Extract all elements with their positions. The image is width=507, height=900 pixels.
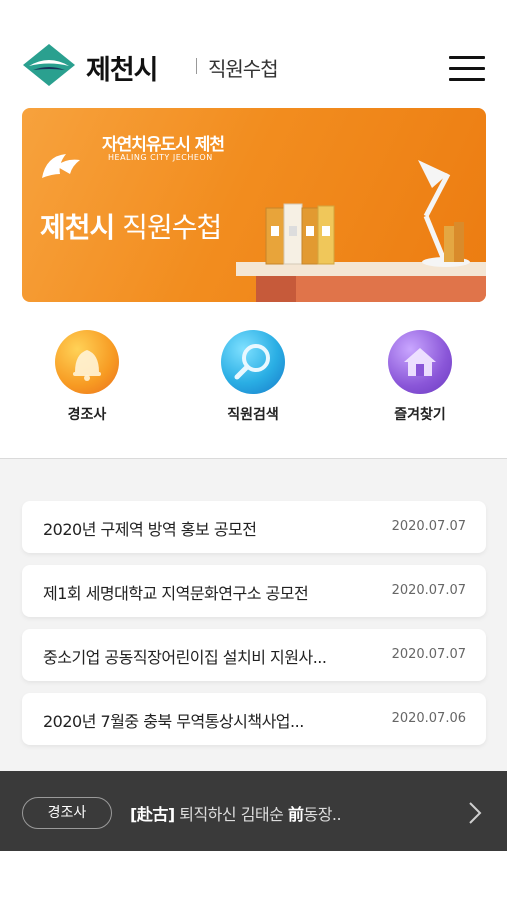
notice-date: 2020.07.07: [391, 583, 466, 598]
brand-divider: [196, 58, 197, 74]
app-header: 제천시 직원수첩: [0, 0, 507, 100]
brand-subtitle: 직원수첩: [208, 57, 279, 81]
ticker-tag: [赴古]: [130, 805, 175, 824]
quick-menu: 경조사 직원검색 즐겨찾기: [0, 330, 507, 440]
ticker-text-before: 퇴직하신 김태순: [174, 805, 288, 824]
notice-list: 2020년 구제역 방역 홍보 공모전 2020.07.07 제1회 세명대학교…: [0, 459, 507, 771]
city-logo-icon[interactable]: [23, 44, 75, 86]
notice-item[interactable]: 2020년 구제역 방역 홍보 공모전 2020.07.07: [22, 501, 486, 553]
house-icon: [388, 330, 452, 394]
notice-date: 2020.07.07: [391, 519, 466, 534]
bottom-ticker-bar: 경조사 [赴古] 퇴직하신 김태순 前동장..: [0, 771, 507, 851]
notice-title: 제1회 세명대학교 지역문화연구소 공모전: [43, 584, 309, 603]
notice-date: 2020.07.07: [391, 647, 466, 662]
banner-title: 제천시 직원수첩: [40, 206, 222, 246]
notice-date: 2020.07.06: [391, 711, 466, 726]
main-banner[interactable]: 자연치유도시 제천 HEALING CITY JECHEON 제천시 직원수첩: [22, 108, 486, 302]
banner-title-bold: 제천시: [40, 211, 115, 244]
ticker-message[interactable]: [赴古] 퇴직하신 김태순 前동장..: [130, 801, 430, 825]
banner-title-rest: 직원수첩: [114, 211, 222, 244]
ticker-text-bold: 前: [287, 805, 304, 824]
banner-slogan-english: HEALING CITY JECHEON: [108, 153, 213, 162]
desk-illustration-icon: [236, 160, 486, 302]
ticker-text-after: 동장..: [303, 805, 342, 824]
quick-label-favorites: 즐겨찾기: [394, 407, 446, 423]
quick-label-events: 경조사: [67, 407, 107, 423]
banner-slogan: 자연치유도시 제천: [102, 135, 225, 155]
quick-item-staff-search[interactable]: 직원검색: [193, 330, 313, 424]
ticker-category-button[interactable]: 경조사: [22, 797, 112, 829]
leaf-logo-icon: [42, 154, 80, 178]
magnifier-icon: [221, 330, 285, 394]
notice-title: 중소기업 공동직장어린이집 설치비 지원사...: [43, 648, 327, 667]
quick-item-favorites[interactable]: 즐겨찾기: [360, 330, 480, 424]
notice-item[interactable]: 2020년 7월중 충북 무역통상시책사업... 2020.07.06: [22, 693, 486, 745]
quick-item-events[interactable]: 경조사: [27, 330, 147, 424]
quick-label-staff-search: 직원검색: [227, 407, 279, 423]
notice-item[interactable]: 제1회 세명대학교 지역문화연구소 공모전 2020.07.07: [22, 565, 486, 617]
bell-icon: [55, 330, 119, 394]
hamburger-menu-icon[interactable]: [449, 56, 485, 82]
chevron-right-icon[interactable]: [462, 799, 486, 827]
notice-title: 2020년 7월중 충북 무역통상시책사업...: [43, 712, 304, 731]
notice-item[interactable]: 중소기업 공동직장어린이집 설치비 지원사... 2020.07.07: [22, 629, 486, 681]
notice-title: 2020년 구제역 방역 홍보 공모전: [43, 520, 257, 539]
brand-name[interactable]: 제천시: [86, 48, 159, 87]
